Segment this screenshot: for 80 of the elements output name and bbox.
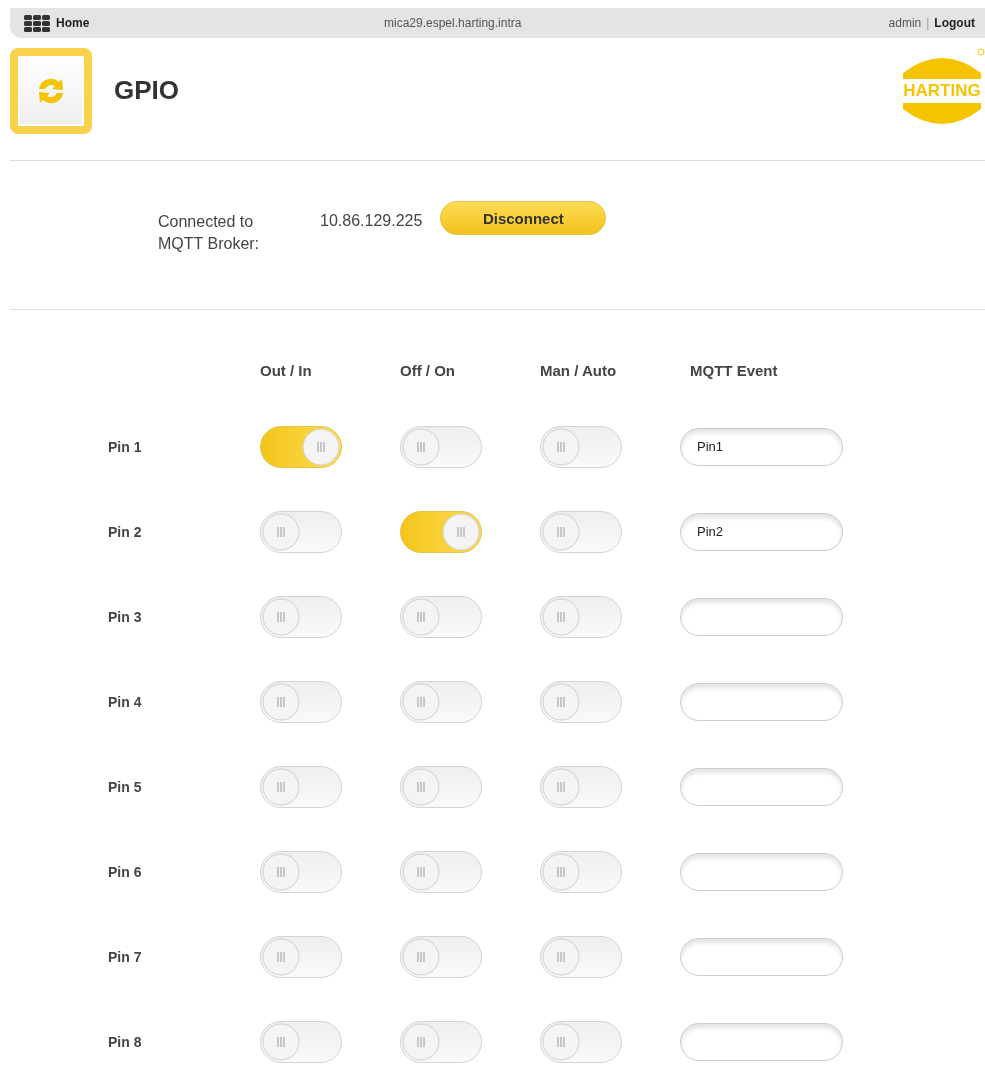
toggle-switch[interactable]: [400, 765, 482, 808]
logo: HARTING: [899, 46, 985, 135]
toggle-switch[interactable]: [260, 850, 342, 893]
toggle-switch[interactable]: [400, 595, 482, 638]
toggle-switch[interactable]: [540, 425, 622, 468]
pin-label: Pin 4: [108, 693, 142, 710]
toggle-switch[interactable]: [260, 765, 342, 808]
toggle-switch[interactable]: [260, 680, 342, 723]
grip-icon: [262, 597, 300, 636]
event-field[interactable]: [680, 1022, 843, 1061]
toggle-switch[interactable]: [400, 1020, 482, 1063]
toggle-switch[interactable]: [260, 935, 342, 978]
grip-icon: [262, 1022, 300, 1061]
grip-icon: [402, 597, 440, 636]
event-field[interactable]: [680, 597, 843, 636]
toggle-switch[interactable]: [260, 425, 342, 468]
pin-label: Pin 2: [108, 523, 142, 540]
toggle-switch[interactable]: [400, 510, 482, 553]
toggle-switch[interactable]: [260, 510, 342, 553]
toggle-switch[interactable]: [540, 510, 622, 553]
toggle-switch[interactable]: [260, 595, 342, 638]
grip-icon: [402, 1022, 440, 1061]
toggle-switch[interactable]: [540, 935, 622, 978]
grip-icon: [262, 682, 300, 721]
toggle-switch[interactable]: [400, 680, 482, 723]
toggle-switch[interactable]: [540, 765, 622, 808]
toggle-switch[interactable]: [540, 680, 622, 723]
separator: |: [926, 16, 930, 30]
grip-icon: [542, 1022, 580, 1061]
grip-icon: [302, 427, 340, 466]
disconnect-button[interactable]: Disconnect: [440, 201, 607, 235]
grip-icon: [402, 767, 440, 806]
grip-icon: [402, 937, 440, 976]
grip-icon: [542, 767, 580, 806]
toggle-switch[interactable]: [400, 850, 482, 893]
column-header: Man / Auto: [540, 362, 617, 379]
grip-icon: [262, 767, 300, 806]
grip-icon: [262, 937, 300, 976]
column-header: Out / In: [260, 362, 312, 379]
column-header: Off / On: [400, 362, 455, 379]
grip-icon: [542, 597, 580, 636]
event-field[interactable]: [680, 937, 843, 976]
broker-address: 10.86.129.225: [320, 212, 423, 230]
event-field[interactable]: [680, 682, 843, 721]
toggle-switch[interactable]: [540, 595, 622, 638]
grip-icon: [262, 852, 300, 891]
grip-icon: [542, 512, 580, 551]
pin-label: Pin 8: [108, 1033, 142, 1050]
pin-label: Pin 1: [108, 438, 142, 455]
grip-icon: [542, 427, 580, 466]
grip-icon: [542, 682, 580, 721]
toggle-switch[interactable]: [540, 850, 622, 893]
pin-label: Pin 3: [108, 608, 142, 625]
grip-icon: [542, 937, 580, 976]
grip-icon: [542, 852, 580, 891]
pin-label: Pin 5: [108, 778, 142, 795]
toggle-switch[interactable]: [540, 1020, 622, 1063]
logout-link[interactable]: Logout: [934, 16, 975, 30]
toggle-switch[interactable]: [260, 1020, 342, 1063]
pin-label: Pin 7: [108, 948, 142, 965]
grip-icon: [402, 682, 440, 721]
column-header: MQTT Event: [690, 362, 778, 379]
host-name: mica29.espel.harting.intra: [384, 16, 523, 30]
page-title: GPIO: [114, 75, 179, 106]
pin-label: Pin 6: [108, 863, 142, 880]
connection-label: Connected to MQTT Broker:: [158, 212, 261, 254]
grip-icon: [402, 852, 440, 891]
event-field[interactable]: Pin2: [680, 512, 843, 551]
event-field[interactable]: Pin1: [680, 427, 843, 466]
sync-app-icon: [10, 47, 92, 134]
grip-icon: [262, 512, 300, 551]
grip-icon: [442, 512, 480, 551]
grip-icon: [402, 427, 440, 466]
toggle-switch[interactable]: [400, 425, 482, 468]
toggle-switch[interactable]: [400, 935, 482, 978]
event-field[interactable]: [680, 767, 843, 806]
event-field[interactable]: [680, 852, 843, 891]
app-grid-icon[interactable]: [24, 14, 50, 32]
home-link[interactable]: Home: [56, 16, 90, 30]
user-name: admin: [888, 16, 922, 30]
